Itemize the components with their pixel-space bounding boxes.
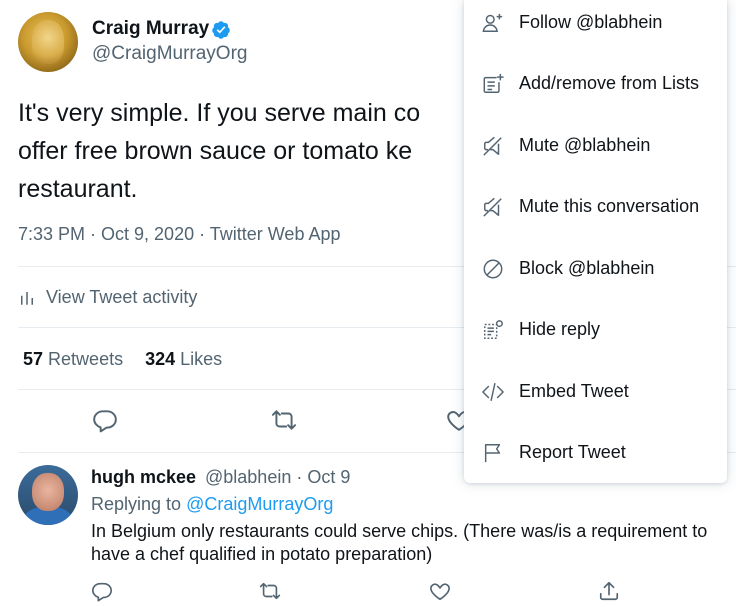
mute-icon xyxy=(483,136,502,156)
menu-item-label: Hide reply xyxy=(519,319,601,339)
mute-conversation-icon xyxy=(483,197,502,217)
menu-item-label: Mute this conversation xyxy=(519,196,700,216)
retweet-icon[interactable] xyxy=(271,407,297,433)
hide-reply-icon xyxy=(484,319,503,339)
reply-text: In Belgium only restaurants could serve … xyxy=(91,521,708,564)
menu-item-add-remove-lists[interactable]: Add/remove from Lists xyxy=(464,53,727,114)
menu-item-embed[interactable]: Embed Tweet xyxy=(464,361,727,422)
likes-stat[interactable]: 324 Likes xyxy=(145,349,222,369)
verified-badge-icon xyxy=(212,21,230,39)
follow-icon xyxy=(482,13,503,32)
analytics-icon xyxy=(21,291,33,305)
tweet-text: It's very simple. If you serve main co o… xyxy=(18,99,421,203)
menu-item-label: Add/remove from Lists xyxy=(519,73,700,93)
activity-label: View Tweet activity xyxy=(46,287,198,307)
replying-to-prefix: Replying to xyxy=(91,494,182,514)
like-heart-icon[interactable] xyxy=(429,580,451,602)
reply-icon[interactable] xyxy=(92,407,118,433)
share-icon[interactable] xyxy=(598,580,620,602)
menu-item-hide-reply[interactable]: Hide reply xyxy=(464,299,727,360)
reply-author-avatar[interactable] xyxy=(18,465,78,525)
replying-to-line: Replying to @CraigMurrayOrg xyxy=(91,494,333,515)
reply-icon[interactable] xyxy=(91,580,113,602)
list-add-icon xyxy=(483,73,504,93)
menu-item-follow[interactable]: Follow @blabhein xyxy=(464,0,727,53)
replying-to-handle-link[interactable]: @CraigMurrayOrg xyxy=(186,494,333,514)
author-avatar[interactable] xyxy=(18,12,78,72)
menu-item-block[interactable]: Block @blabhein xyxy=(464,238,727,299)
tweet-stats: 57 Retweets 324 Likes xyxy=(23,349,222,370)
menu-item-label: Embed Tweet xyxy=(519,381,629,401)
retweet-icon[interactable] xyxy=(259,580,281,602)
view-tweet-activity-link[interactable]: View Tweet activity xyxy=(18,287,197,308)
block-icon xyxy=(483,259,503,278)
report-flag-icon xyxy=(484,443,501,462)
tweet-options-menu: Follow @blabhein Add/remove from Lists M… xyxy=(464,0,727,483)
retweets-stat[interactable]: 57 Retweets xyxy=(23,349,123,369)
menu-item-mute-conversation[interactable]: Mute this conversation xyxy=(464,176,727,237)
menu-item-mute-user[interactable]: Mute @blabhein xyxy=(464,115,727,176)
menu-item-label: Block @blabhein xyxy=(519,258,655,278)
author-name[interactable]: Craig Murray xyxy=(92,18,209,40)
embed-icon xyxy=(482,382,504,401)
menu-item-label: Report Tweet xyxy=(519,442,626,462)
reply-author-name[interactable]: hugh mckee xyxy=(91,467,196,488)
menu-item-label: Follow @blabhein xyxy=(519,12,663,32)
menu-item-report[interactable]: Report Tweet xyxy=(464,422,727,483)
reply-author-handle[interactable]: @blabhein · Oct 9 xyxy=(205,467,350,488)
tweet-meta[interactable]: 7:33 PM · Oct 9, 2020 · Twitter Web App xyxy=(18,224,341,245)
author-handle[interactable]: @CraigMurrayOrg xyxy=(92,43,247,65)
menu-item-label: Mute @blabhein xyxy=(519,135,651,155)
